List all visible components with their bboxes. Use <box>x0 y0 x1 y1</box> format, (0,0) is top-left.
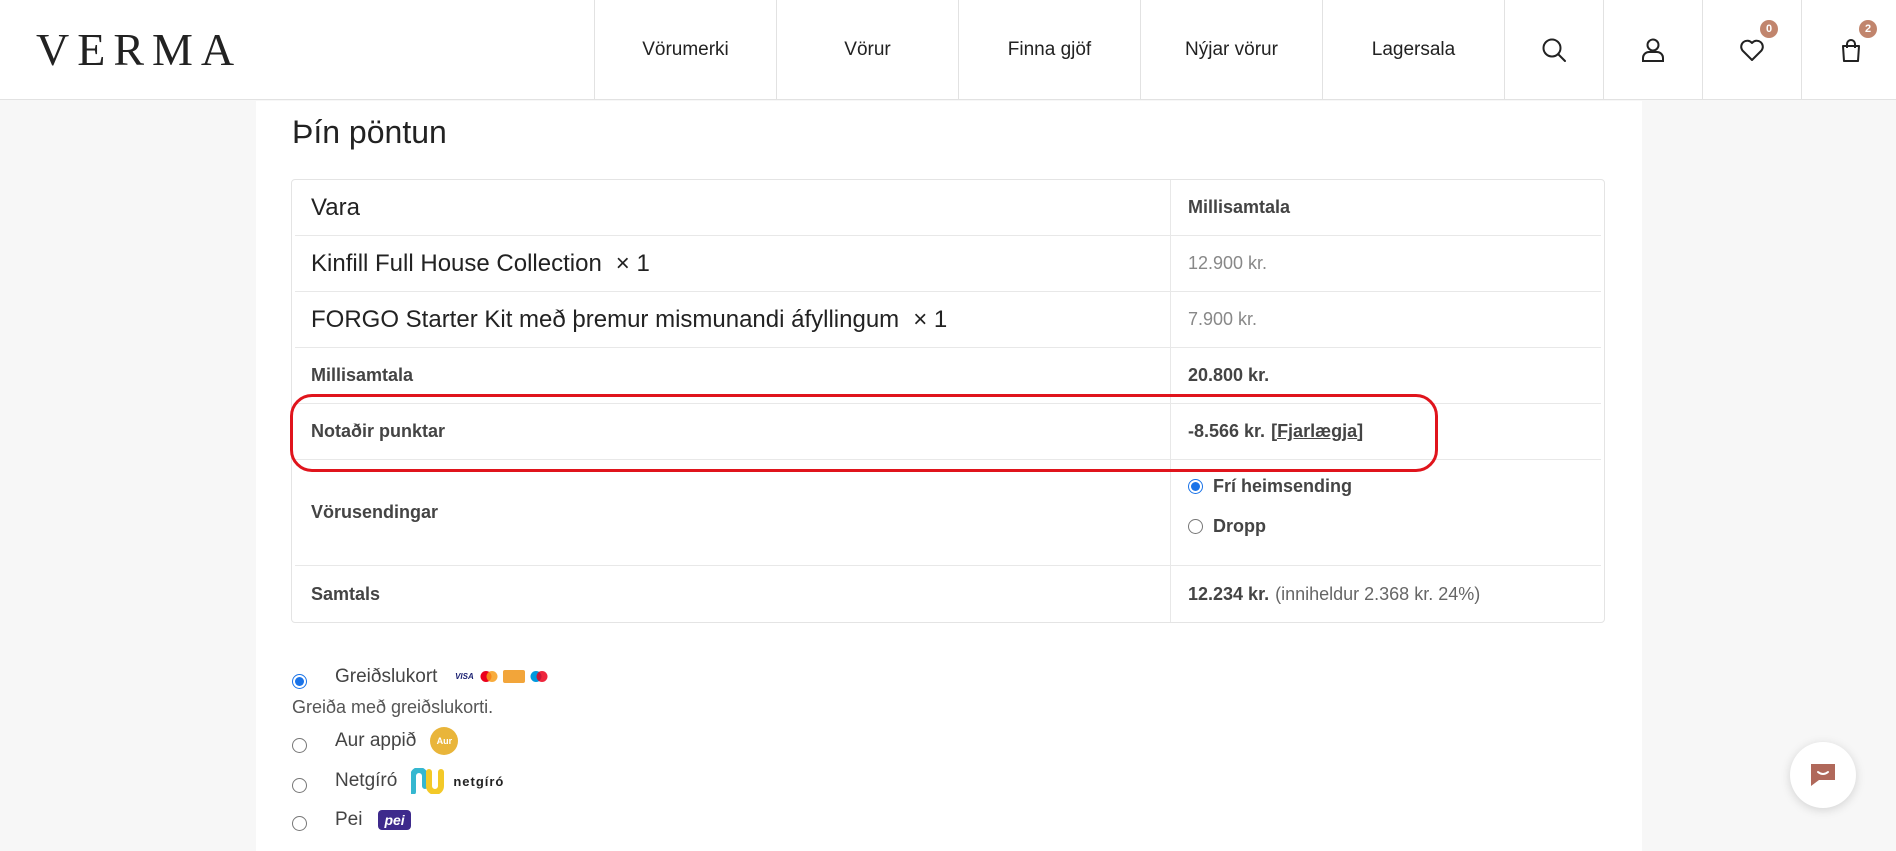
subtotal-row: Millisamtala 20.800 kr. <box>295 348 1601 404</box>
product-price: 7.900 kr. <box>1188 309 1258 329</box>
shipping-option-free-home-delivery[interactable]: Frí heimsending <box>1188 466 1352 506</box>
payment-option-label: Greiðslukort <box>335 665 438 687</box>
wishlist-count-badge: 0 <box>1760 20 1778 38</box>
order-review-table: Vara Millisamtala Kinfill Full House Col… <box>291 179 1605 623</box>
product-quantity: × 1 <box>615 249 650 277</box>
shipping-radio-free[interactable] <box>1188 478 1203 494</box>
nav-brands[interactable]: Vörumerki <box>594 0 776 100</box>
points-row: Notaðir punktar -8.566 kr. [Fjarlægja] <box>295 404 1601 460</box>
column-header-product: Vara <box>311 193 360 221</box>
main-nav: Vörumerki Vörur Finna gjöf Nýjar vörur L… <box>594 0 1896 100</box>
netgiro-logo: netgíró <box>411 768 504 794</box>
wishlist-button[interactable]: 0 <box>1702 0 1801 100</box>
column-header-subtotal: Millisamtala <box>1188 197 1291 217</box>
nav-find-gift[interactable]: Finna gjöf <box>958 0 1140 100</box>
search-button[interactable] <box>1504 0 1603 100</box>
shipping-label: Vörusendingar <box>311 502 439 522</box>
payment-option-label: Aur appið <box>335 730 417 751</box>
product-name: Kinfill Full House Collection <box>311 249 602 277</box>
payment-option-pei[interactable]: Pei pei <box>292 808 411 831</box>
shopping-bag-icon <box>1842 39 1860 62</box>
payment-radio-netgiro[interactable] <box>292 777 307 793</box>
payment-radio-card[interactable] <box>292 674 307 689</box>
cart-count-badge: 2 <box>1859 20 1877 38</box>
card-payment-description: Greiða með greiðslukorti. <box>292 697 494 717</box>
payment-option-aur[interactable]: Aur appið Aur <box>292 727 459 755</box>
shipping-option-label: Dropp <box>1213 515 1266 536</box>
payment-option-card[interactable]: Greiðslukort VISA <box>292 664 550 689</box>
nav-new-products[interactable]: Nýjar vörur <box>1140 0 1322 100</box>
bracket-close: ] <box>1357 421 1364 441</box>
shipping-option-dropp[interactable]: Dropp <box>1188 506 1352 546</box>
payment-radio-aur[interactable] <box>292 737 307 753</box>
table-header-row: Vara Millisamtala <box>295 180 1601 236</box>
cart-button[interactable]: 2 <box>1801 0 1896 100</box>
remove-points-link[interactable]: Fjarlægja <box>1277 421 1357 442</box>
site-header: VERMA Vörumerki Vörur Finna gjöf Nýjar v… <box>0 0 1896 100</box>
table-row: FORGO Starter Kit með þremur mismunandi … <box>295 292 1601 348</box>
nav-products[interactable]: Vörur <box>776 0 958 100</box>
product-price: 12.900 kr. <box>1188 253 1268 273</box>
nav-clearance[interactable]: Lagersala <box>1322 0 1504 100</box>
aur-logo: Aur <box>430 727 459 755</box>
total-label: Samtals <box>311 583 381 604</box>
chat-bubble-icon <box>1811 764 1835 786</box>
total-row: Samtals 12.234 kr. (inniheldur 2.368 kr.… <box>295 566 1601 622</box>
payment-radio-pei[interactable] <box>292 816 307 831</box>
search-icon <box>1542 38 1566 62</box>
subtotal-value: 20.800 kr. <box>1188 365 1270 385</box>
heart-icon <box>1740 39 1764 61</box>
mastercard-alt-icon <box>528 670 550 683</box>
shipping-option-label: Frí heimsending <box>1213 475 1353 496</box>
mastercard-icon <box>478 670 500 683</box>
shipping-radio-dropp[interactable] <box>1188 518 1203 534</box>
user-icon <box>1642 38 1664 62</box>
account-button[interactable] <box>1603 0 1702 100</box>
payment-option-label: Pei <box>335 808 363 830</box>
visa-icon: VISA <box>455 672 474 681</box>
card-logos: VISA <box>453 670 550 683</box>
payment-option-netgiro[interactable]: Netgíró netgíró <box>292 768 504 794</box>
payment-option-label: Netgíró <box>335 770 398 791</box>
total-value: 12.234 kr. <box>1188 583 1270 604</box>
shipping-row: Vörusendingar Frí heimsending Dropp <box>295 460 1601 566</box>
order-title: Þín pöntun <box>292 114 447 150</box>
netgiro-mark-icon <box>411 768 445 794</box>
chat-button[interactable] <box>1790 742 1856 808</box>
netgiro-logo-text: netgíró <box>453 773 505 789</box>
product-name: FORGO Starter Kit með þremur mismunandi … <box>311 305 900 333</box>
subtotal-label: Millisamtala <box>311 365 414 385</box>
points-value: -8.566 kr. <box>1188 421 1266 441</box>
table-row: Kinfill Full House Collection × 1 12.900 … <box>295 236 1601 292</box>
product-quantity: × 1 <box>913 305 948 333</box>
site-logo[interactable]: VERMA <box>36 24 242 76</box>
points-label: Notaðir punktar <box>311 421 446 441</box>
pei-logo: pei <box>378 809 411 830</box>
total-tax-note: (inniheldur 2.368 kr. 24%) <box>1275 583 1481 604</box>
maestro-icon <box>503 670 526 683</box>
